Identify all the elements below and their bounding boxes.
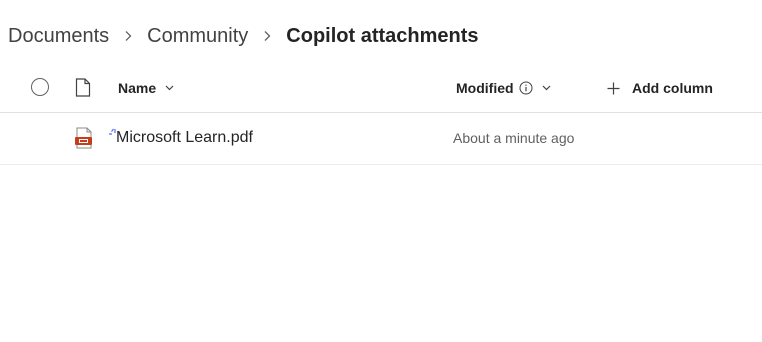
file-type-column-icon[interactable] <box>75 78 91 102</box>
chevron-right-icon <box>109 25 147 48</box>
file-name-link[interactable]: Microsoft Learn.pdf <box>116 129 253 147</box>
modified-header-label: Modified <box>456 80 514 96</box>
chevron-down-icon <box>542 85 551 91</box>
name-column-header[interactable]: Name <box>118 80 174 96</box>
table-row[interactable]: Microsoft Learn.pdf About a minute ago <box>0 113 762 165</box>
column-header-row: Name Modified Add column <box>0 64 762 113</box>
select-all-checkbox[interactable] <box>31 78 49 96</box>
add-column-label: Add column <box>632 80 713 96</box>
pdf-icon <box>74 127 94 154</box>
add-column-button[interactable]: Add column <box>607 80 713 96</box>
breadcrumb-community[interactable]: Community <box>147 25 248 48</box>
breadcrumb-current: Copilot attachments <box>286 24 479 47</box>
modified-column-header[interactable]: Modified <box>456 80 551 96</box>
breadcrumb-documents[interactable]: Documents <box>8 25 109 48</box>
name-header-label: Name <box>118 80 157 96</box>
plus-icon <box>607 82 620 95</box>
chevron-down-icon <box>165 85 174 91</box>
modified-date: About a minute ago <box>453 130 575 146</box>
breadcrumb: Documents Community Copilot attachments <box>8 22 479 50</box>
info-icon[interactable] <box>519 81 533 95</box>
chevron-right-icon <box>248 25 286 48</box>
